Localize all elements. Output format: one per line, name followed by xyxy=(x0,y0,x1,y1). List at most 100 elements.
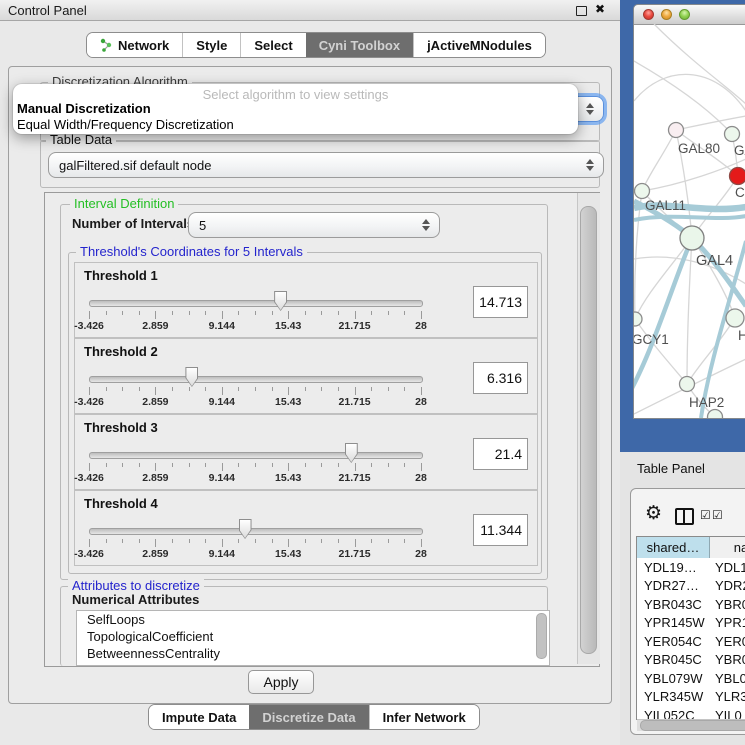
table-row[interactable]: YBL079WYBL0 xyxy=(637,669,745,688)
threshold-slider-track[interactable] xyxy=(89,528,423,535)
slider-minor-tick xyxy=(371,311,372,315)
cell-name[interactable]: YDL1 xyxy=(709,560,745,575)
table-hscrollbar-thumb[interactable] xyxy=(640,720,745,731)
cell-shared-name[interactable]: YLR345W xyxy=(637,689,709,704)
attributes-list-scrollbar-thumb[interactable] xyxy=(536,613,547,659)
tab-select[interactable]: Select xyxy=(240,33,305,57)
cell-name[interactable]: YDR2 xyxy=(709,578,745,593)
table-row[interactable]: YBR045CYBR0 xyxy=(637,651,745,670)
network-node-h[interactable] xyxy=(726,309,744,327)
combo-arrows-icon xyxy=(586,159,594,171)
slider-tick-label: -3.426 xyxy=(67,320,111,332)
network-node-gcy1[interactable] xyxy=(634,312,642,326)
cell-shared-name[interactable]: YBL079W xyxy=(637,671,709,686)
network-node-gal4[interactable] xyxy=(680,226,704,250)
node-label: GAL80 xyxy=(678,141,720,156)
tab-style[interactable]: Style xyxy=(182,33,240,57)
table-row[interactable]: YBR043CYBR0 xyxy=(637,595,745,614)
cell-name[interactable]: YPR1 xyxy=(709,615,745,630)
slider-minor-tick xyxy=(238,311,239,315)
tab-cyni-toolbox[interactable]: Cyni Toolbox xyxy=(306,33,413,57)
attribute-list-item[interactable]: BetweennessCentrality xyxy=(77,645,549,662)
threshold-slider-thumb[interactable] xyxy=(274,291,287,311)
cell-shared-name[interactable]: YPR145W xyxy=(637,615,709,630)
tab-network[interactable]: Network xyxy=(87,33,182,57)
top-tab-bar: NetworkStyleSelectCyni ToolboxjActiveMNo… xyxy=(86,32,546,58)
cell-name[interactable]: YIL0 xyxy=(709,708,742,719)
split-columns-icon[interactable] xyxy=(675,508,694,525)
network-node[interactable] xyxy=(708,410,723,419)
slider-major-tick xyxy=(355,539,356,547)
attribute-list-item[interactable]: TopologicalCoefficient xyxy=(77,628,549,645)
cell-shared-name[interactable]: YDR27… xyxy=(637,578,709,593)
cell-shared-name[interactable]: YBR043C xyxy=(637,597,709,612)
slider-minor-tick xyxy=(272,311,273,315)
close-traffic-light-icon[interactable] xyxy=(643,9,654,20)
network-canvas[interactable]: GAL80GACGAL11GAL4GCY1HHAP2 xyxy=(634,24,745,418)
cell-shared-name[interactable]: YER054C xyxy=(637,634,709,649)
checkbox-icon[interactable]: ☑ xyxy=(700,509,711,521)
attribute-list-item[interactable]: SelfLoops xyxy=(77,611,549,628)
network-node-hap2[interactable] xyxy=(680,377,695,392)
cell-name[interactable]: YBL0 xyxy=(709,671,745,686)
threshold-slider-track[interactable] xyxy=(89,452,423,459)
cell-name[interactable]: YBR0 xyxy=(709,652,745,667)
table-data-combobox[interactable]: galFiltered.sif default node xyxy=(48,152,604,178)
threshold-slider-track[interactable] xyxy=(89,376,423,383)
slider-major-tick xyxy=(421,311,422,319)
dropdown-option-equal-width[interactable]: Equal Width/Frequency Discretization xyxy=(17,117,234,132)
tab-discretize-data[interactable]: Discretize Data xyxy=(249,705,368,729)
slider-minor-tick xyxy=(238,387,239,391)
table-row[interactable]: YIL052CYIL0 xyxy=(637,706,745,719)
attributes-list[interactable]: SelfLoopsTopologicalCoefficientBetweenne… xyxy=(76,610,550,666)
table-row[interactable]: YDR27…YDR2 xyxy=(637,577,745,596)
settings-scrollbar-thumb[interactable] xyxy=(580,206,597,654)
cell-shared-name[interactable]: YDL19… xyxy=(637,560,709,575)
threshold-value-input[interactable] xyxy=(473,286,528,318)
tab-impute-data[interactable]: Impute Data xyxy=(149,705,249,729)
table-panel-title: Table Panel xyxy=(637,461,705,476)
threshold-slider-thumb[interactable] xyxy=(185,367,198,387)
table-row[interactable]: YPR145WYPR1 xyxy=(637,614,745,633)
network-node-gal80[interactable] xyxy=(669,123,684,138)
threshold-slider-track[interactable] xyxy=(89,300,423,307)
threshold-value-input[interactable] xyxy=(473,362,528,394)
table-row[interactable]: YER054CYER0 xyxy=(637,632,745,651)
threshold-value-input[interactable] xyxy=(473,438,528,470)
cell-name[interactable]: YER0 xyxy=(709,634,745,649)
table-row[interactable]: YDL19…YDL1 xyxy=(637,558,745,577)
slider-tick-label: 15.43 xyxy=(266,548,310,560)
slider-minor-tick xyxy=(189,463,190,467)
slider-tick-label: 21.715 xyxy=(333,320,377,332)
num-intervals-combobox[interactable]: 5 xyxy=(188,212,440,238)
dropdown-option-manual[interactable]: Manual Discretization xyxy=(17,101,151,116)
close-icon[interactable]: ✖ xyxy=(595,2,605,16)
cell-shared-name[interactable]: YBR045C xyxy=(637,652,709,667)
threshold-slider-thumb[interactable] xyxy=(345,443,358,463)
column-header-name[interactable]: name xyxy=(710,537,745,558)
tab-infer-network[interactable]: Infer Network xyxy=(369,705,479,729)
column-header-shared-name[interactable]: shared… xyxy=(637,537,710,558)
checkbox-icon[interactable]: ☑ xyxy=(712,509,723,521)
table-row[interactable]: YLR345WYLR3 xyxy=(637,688,745,707)
slider-minor-tick xyxy=(205,463,206,467)
minimize-traffic-light-icon[interactable] xyxy=(661,9,672,20)
slider-major-tick xyxy=(222,463,223,471)
float-window-icon[interactable] xyxy=(576,6,587,16)
zoom-traffic-light-icon[interactable] xyxy=(679,9,690,20)
network-node-ga[interactable] xyxy=(725,127,740,142)
cell-name[interactable]: YBR0 xyxy=(709,597,745,612)
slider-minor-tick xyxy=(338,463,339,467)
network-node-c[interactable] xyxy=(730,168,745,185)
tab-jactivemnodules[interactable]: jActiveMNodules xyxy=(413,33,545,57)
slider-major-tick xyxy=(288,463,289,471)
threshold-slider-thumb[interactable] xyxy=(239,519,252,539)
apply-button[interactable]: Apply xyxy=(248,670,314,694)
network-window-titlebar[interactable] xyxy=(634,5,745,25)
cell-shared-name[interactable]: YIL052C xyxy=(637,708,709,719)
threshold-value-input[interactable] xyxy=(473,514,528,546)
threshold-row-2: Threshold 2-3.4262.8599.14415.4321.71528 xyxy=(74,338,538,414)
cell-name[interactable]: YLR3 xyxy=(709,689,745,704)
network-node-gal11[interactable] xyxy=(635,184,650,199)
gear-icon[interactable]: ⚙ xyxy=(645,504,662,523)
